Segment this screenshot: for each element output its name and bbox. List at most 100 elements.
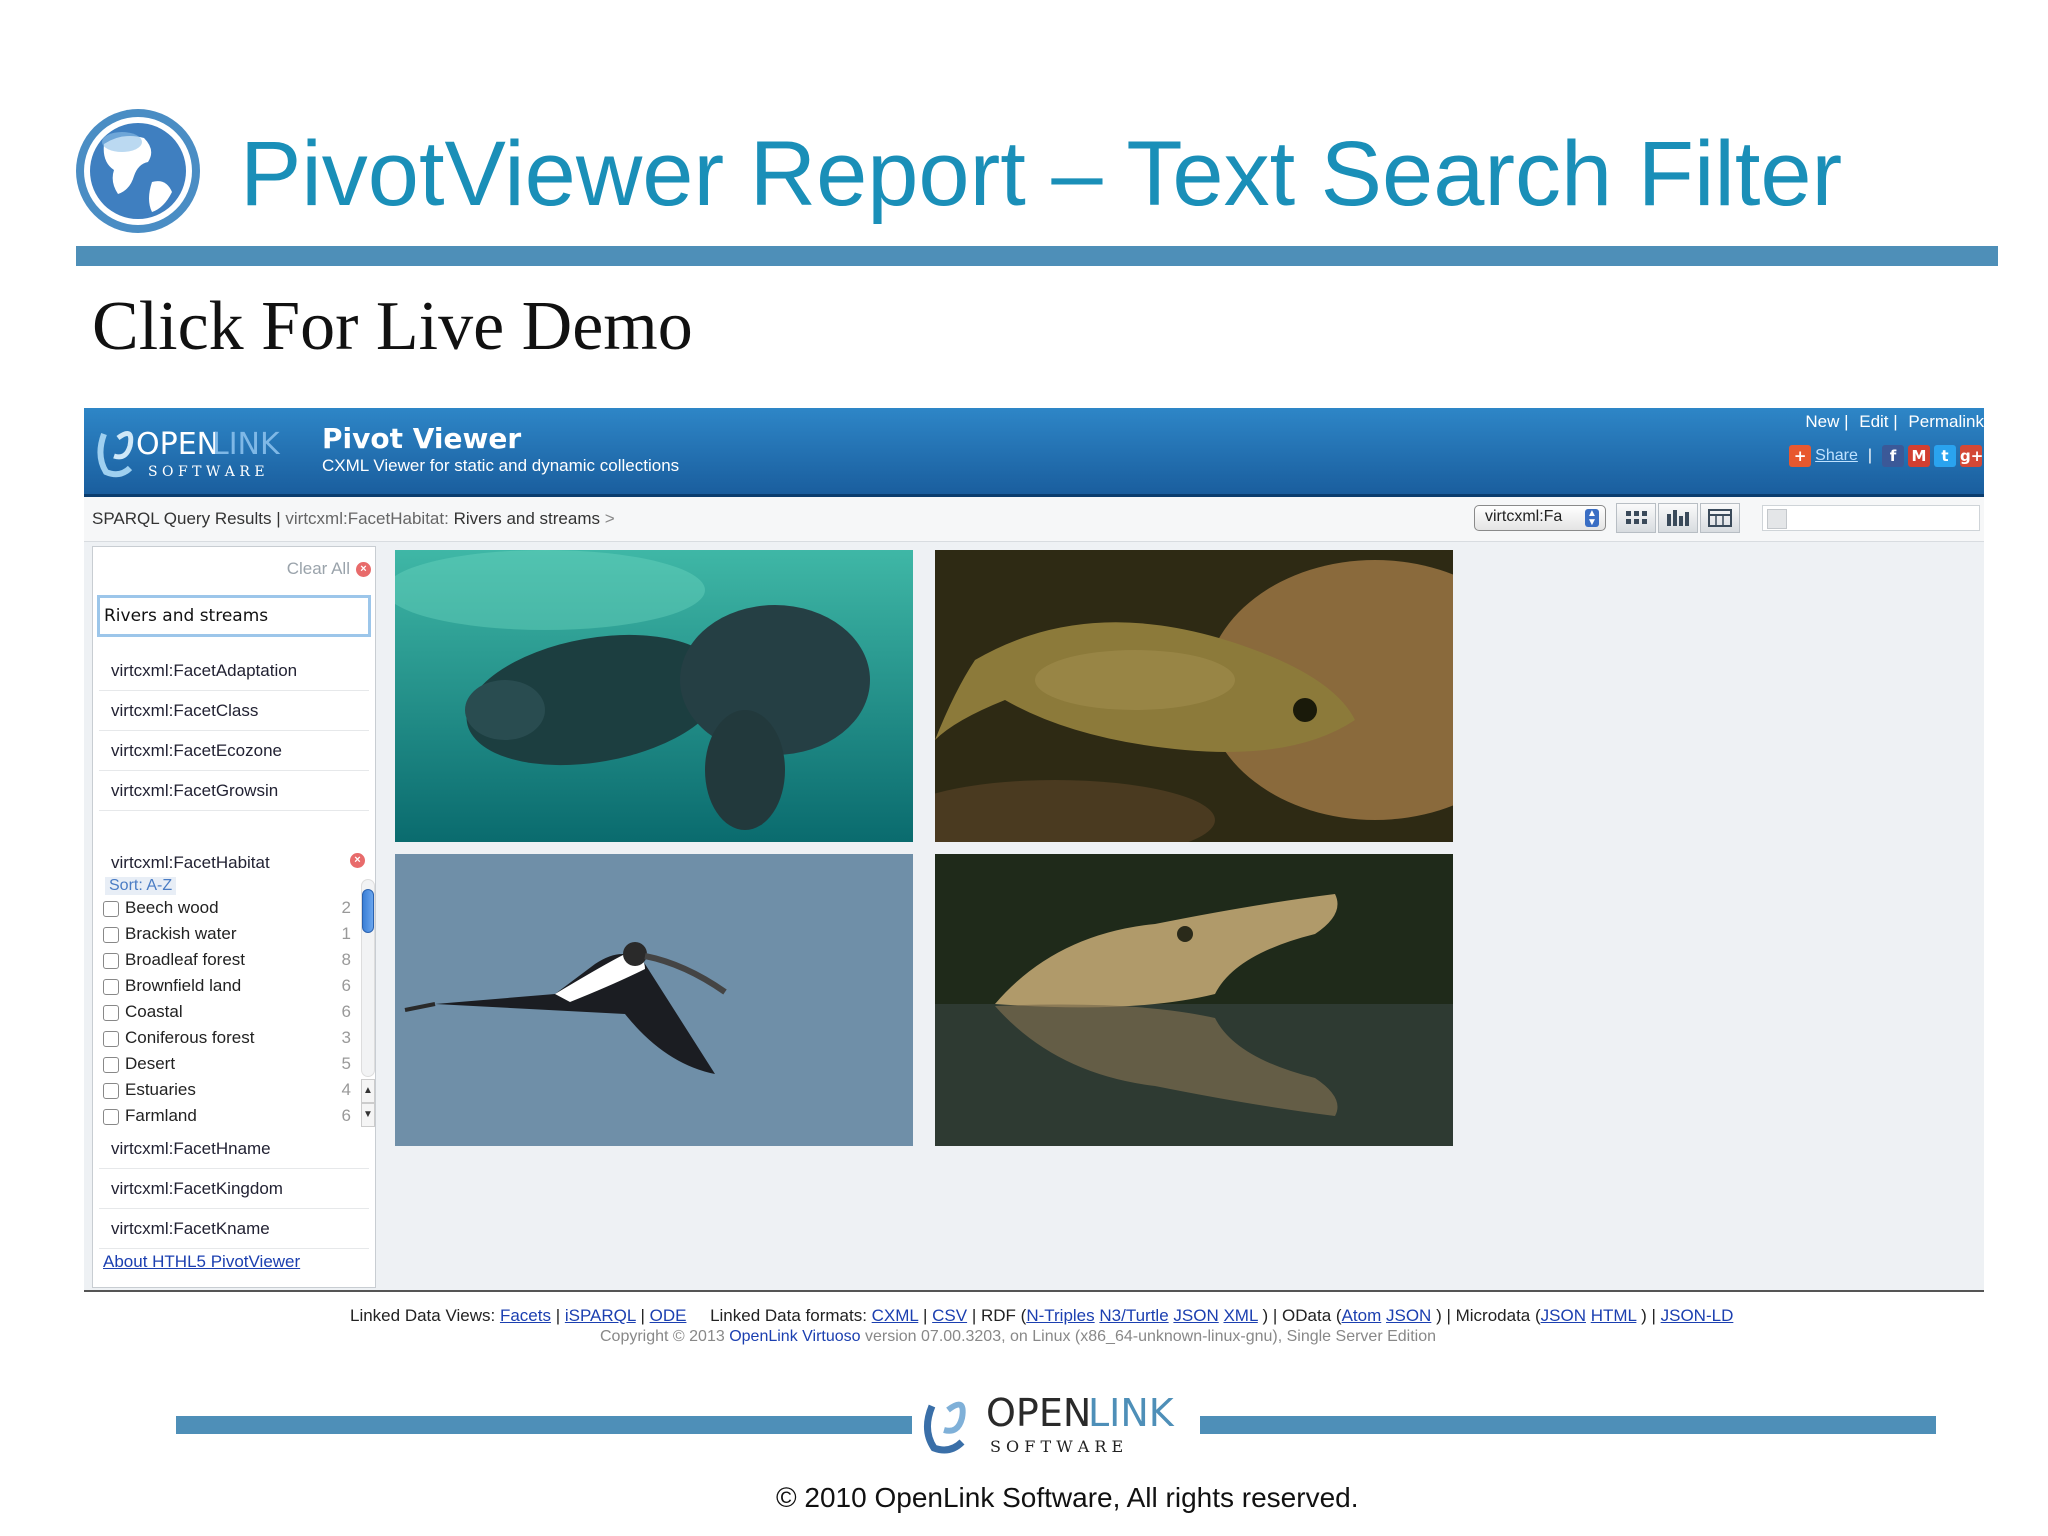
microdata-html-link[interactable]: HTML xyxy=(1591,1306,1637,1325)
breadcrumb-root[interactable]: SPARQL Query Results xyxy=(92,509,272,528)
app-header: OPEN LINK S O F T W A R E Pivot Viewer C… xyxy=(84,408,1984,497)
habitat-item[interactable]: Farmland 6 xyxy=(101,1105,351,1129)
slide-title: PivotViewer Report – Text Search Filter xyxy=(240,123,1843,225)
openlink-logo[interactable]: OPEN LINK S O F T W A R E xyxy=(90,416,300,486)
breadcrumb-facet[interactable]: virtcxml:FacetHabitat: xyxy=(285,509,448,528)
sort-az-toggle[interactable]: Sort: A-Z xyxy=(105,877,177,895)
copyright-post: version 07.00.3203, on Linux (x86_64-unk… xyxy=(865,1328,1437,1345)
permalink-link[interactable]: Permalink xyxy=(1908,412,1984,431)
habitat-scrollbar[interactable]: ▲ ▼ xyxy=(361,879,375,1129)
facet-habitat[interactable]: virtcxml:FacetHabitat × xyxy=(99,843,369,873)
clear-all-label: Clear All xyxy=(286,559,350,578)
share-plus-icon[interactable]: + xyxy=(1789,445,1812,467)
title-divider xyxy=(76,246,1998,266)
facet-kname[interactable]: virtcxml:FacetKname xyxy=(99,1209,369,1249)
turtle-link[interactable]: N3/Turtle xyxy=(1099,1306,1168,1325)
zoom-slider-handle[interactable] xyxy=(1767,509,1787,529)
facets-link[interactable]: Facets xyxy=(500,1306,551,1325)
jsonld-link[interactable]: JSON-LD xyxy=(1661,1306,1734,1325)
checkbox[interactable] xyxy=(103,901,119,917)
stork-photo[interactable] xyxy=(395,854,913,1146)
about-pivotviewer-link[interactable]: About HTHL5 PivotViewer xyxy=(103,1252,300,1272)
breadcrumb-separator: | xyxy=(271,509,286,528)
manatee-photo[interactable] xyxy=(395,550,913,842)
clear-habitat-icon[interactable]: × xyxy=(350,853,365,868)
new-link[interactable]: New | xyxy=(1805,412,1848,431)
rdf-json-link[interactable]: JSON xyxy=(1173,1306,1218,1325)
microdata-json-link[interactable]: JSON xyxy=(1541,1306,1586,1325)
trout-image xyxy=(935,550,1453,842)
facet-growsin[interactable]: virtcxml:FacetGrowsin xyxy=(99,771,369,811)
virtuoso-link[interactable]: OpenLink Virtuoso xyxy=(729,1328,860,1345)
sort-facet-select[interactable]: virtcxml:Fa ▲ ▼ xyxy=(1474,505,1606,531)
table-view-button[interactable] xyxy=(1700,503,1740,533)
logo-software-text: S O F T W A R E xyxy=(148,464,265,480)
google-plus-icon[interactable]: g+ xyxy=(1960,445,1983,467)
facet-kingdom[interactable]: virtcxml:FacetKingdom xyxy=(99,1169,369,1209)
habitat-item[interactable]: Coastal 6 xyxy=(101,1001,351,1027)
atom-link[interactable]: Atom xyxy=(1342,1306,1382,1325)
breadcrumb-value[interactable]: Rivers and streams xyxy=(454,509,600,528)
ode-link[interactable]: ODE xyxy=(650,1306,687,1325)
habitat-count: 3 xyxy=(341,1028,351,1047)
checkbox[interactable] xyxy=(103,979,119,995)
facet-panel: Clear All × Rivers and streams virtcxml:… xyxy=(92,546,376,1288)
habitat-item[interactable]: Estuaries 4 xyxy=(101,1079,351,1105)
share-bar: + Share | f M t g+ xyxy=(1789,444,1983,468)
habitat-item[interactable]: Broadleaf forest 8 xyxy=(101,949,351,975)
odata-label: ) | OData ( xyxy=(1262,1306,1342,1325)
clear-x-icon: × xyxy=(356,561,371,577)
zoom-slider[interactable] xyxy=(1762,505,1980,531)
checkbox[interactable] xyxy=(103,1109,119,1125)
habitat-item[interactable]: Beech wood 2 xyxy=(101,897,351,923)
graph-view-button[interactable] xyxy=(1658,503,1698,533)
footer-logo-link: LINK xyxy=(1088,1391,1175,1435)
facebook-icon[interactable]: f xyxy=(1882,445,1904,467)
copyright-pre: Copyright © 2013 xyxy=(600,1328,725,1345)
toolbar: SPARQL Query Results | virtcxml:FacetHab… xyxy=(84,497,1984,542)
edit-link[interactable]: Edit | xyxy=(1859,412,1897,431)
clear-all-button[interactable]: Clear All × xyxy=(287,559,371,579)
virtuoso-copyright: Copyright © 2013 OpenLink Virtuoso versi… xyxy=(600,1328,1436,1346)
csv-link[interactable]: CSV xyxy=(932,1306,967,1325)
rdf-label: RDF ( xyxy=(980,1306,1027,1325)
checkbox[interactable] xyxy=(103,1031,119,1047)
facet-adaptation[interactable]: virtcxml:FacetAdaptation xyxy=(99,651,369,691)
share-link[interactable]: Share xyxy=(1815,447,1858,465)
bar-graph-icon xyxy=(1667,510,1689,526)
checkbox[interactable] xyxy=(103,1057,119,1073)
odata-json-link[interactable]: JSON xyxy=(1386,1306,1431,1325)
habitat-item[interactable]: Desert 5 xyxy=(101,1053,351,1079)
text-search-input[interactable]: Rivers and streams xyxy=(97,595,371,637)
facet-hname[interactable]: virtcxml:FacetHname xyxy=(99,1129,369,1169)
live-demo-link[interactable]: Click For Live Demo xyxy=(92,292,693,362)
footer-bar-right xyxy=(1200,1416,1936,1434)
openlink-footer-logo: OPEN LINK S O F T W A R E xyxy=(924,1391,1175,1456)
habitat-item[interactable]: Brownfield land 6 xyxy=(101,975,351,1001)
ntriples-link[interactable]: N-Triples xyxy=(1026,1306,1094,1325)
checkbox[interactable] xyxy=(103,1005,119,1021)
checkbox[interactable] xyxy=(103,953,119,969)
caiman-photo[interactable] xyxy=(935,854,1453,1146)
rdf-xml-link[interactable]: XML xyxy=(1223,1306,1257,1325)
scroll-thumb[interactable] xyxy=(362,889,374,933)
scroll-down-icon[interactable]: ▼ xyxy=(361,1103,375,1127)
footer-logo-open: OPEN xyxy=(986,1391,1091,1435)
habitat-count: 6 xyxy=(341,976,351,995)
habitat-item[interactable]: Coniferous forest 3 xyxy=(101,1027,351,1053)
habitat-item[interactable]: Brackish water 1 xyxy=(101,923,351,949)
header-links: New | Edit | Permalink xyxy=(1799,412,1984,432)
scroll-up-icon[interactable]: ▲ xyxy=(361,1079,375,1103)
trout-photo[interactable] xyxy=(935,550,1453,842)
checkbox[interactable] xyxy=(103,927,119,943)
checkbox[interactable] xyxy=(103,1083,119,1099)
isparql-link[interactable]: iSPARQL xyxy=(565,1306,636,1325)
grid-view-button[interactable] xyxy=(1616,503,1656,533)
table-view-icon xyxy=(1708,509,1732,527)
facet-class[interactable]: virtcxml:FacetClass xyxy=(99,691,369,731)
facet-ecozone[interactable]: virtcxml:FacetEcozone xyxy=(99,731,369,771)
footer-bar-left xyxy=(176,1416,912,1434)
cxml-link[interactable]: CXML xyxy=(872,1306,919,1325)
twitter-icon[interactable]: t xyxy=(1934,445,1956,467)
gmail-icon[interactable]: M xyxy=(1908,445,1930,467)
